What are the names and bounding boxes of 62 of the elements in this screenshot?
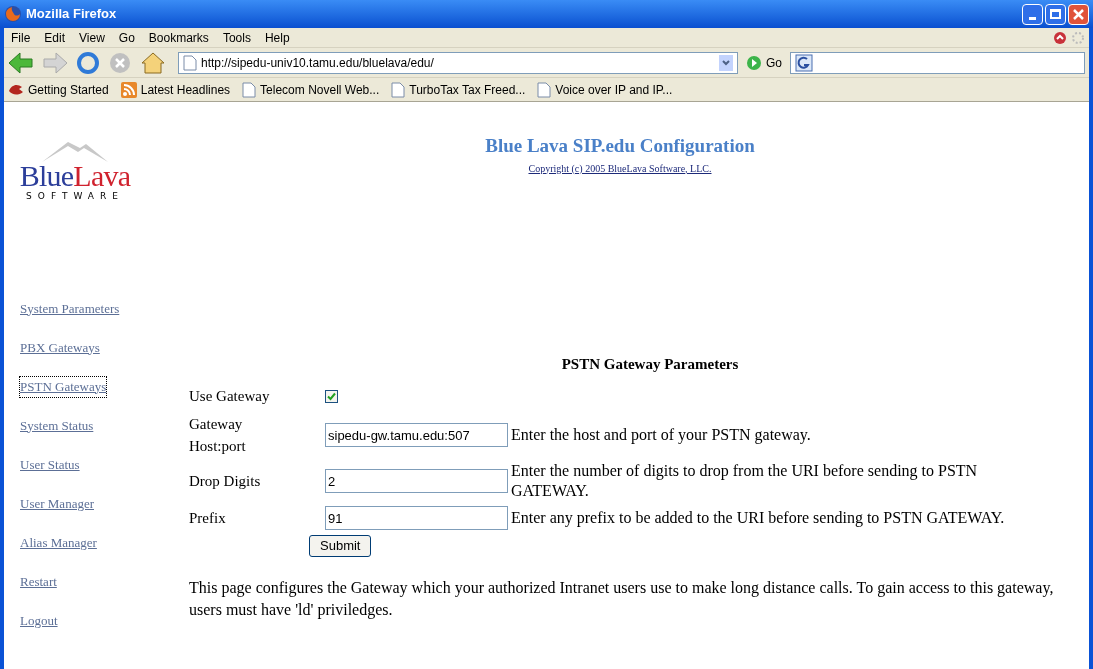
bookmark-item[interactable]: TurboTax Tax Freed...	[391, 80, 526, 99]
page-icon	[242, 81, 257, 98]
address-field[interactable]: http://sipedu-univ10.tamu.edu/bluelava/edu/	[178, 51, 738, 74]
description-text: This page configures the Gateway which your authorized Intranet users use to make long distance calls. To gain access to this gateway, users must have 'ld' priviledges.	[189, 578, 1055, 621]
text-field[interactable]: 2	[325, 469, 508, 493]
window-title: Mozilla Firefox	[26, 5, 117, 24]
sidebar-link[interactable]: Logout	[20, 610, 58, 631]
dropdown-button[interactable]	[719, 54, 733, 71]
menu-item[interactable]: Edit	[37, 28, 73, 47]
copyright-link[interactable]: Copyright (c) 2005 BlueLava Software, LLC.	[528, 160, 712, 176]
alert-icon	[1053, 30, 1067, 45]
bookmark-item[interactable]: Voice over IP and IP...	[537, 80, 673, 99]
sidebar-link[interactable]: Restart	[20, 571, 57, 592]
sidebar-link[interactable]: System Parameters	[20, 298, 120, 319]
page-icon	[537, 81, 552, 98]
page-icon	[183, 54, 197, 71]
help-text: Enter the number of digits to drop from the URI before sending to PSTN GATEWAY.	[511, 461, 979, 501]
maximize-button[interactable]	[1045, 3, 1066, 25]
page-title: Blue Lava SIP.edu Configuration	[485, 134, 755, 158]
menu-item[interactable]: Help	[257, 28, 297, 47]
section-heading: PSTN Gateway Parameters	[561, 355, 739, 372]
text-field[interactable]: sipedu-gw.tamu.edu:507	[325, 423, 508, 447]
stop-icon[interactable]	[108, 50, 132, 75]
field-label: Prefix	[189, 509, 227, 528]
page-icon	[391, 81, 406, 98]
menu-item[interactable]: Tools	[215, 28, 258, 47]
throbber-icon	[1071, 30, 1085, 45]
home-icon[interactable]	[140, 50, 166, 75]
sidebar-link[interactable]: PBX Gateways	[20, 337, 100, 358]
sidebar-link[interactable]: Alias Manager	[20, 532, 97, 553]
minimize-button[interactable]	[1022, 3, 1043, 25]
go-button[interactable]: Go	[766, 53, 782, 72]
menu-item[interactable]: File	[4, 28, 38, 47]
caret-icon	[722, 59, 730, 66]
menu-item[interactable]: Go	[111, 28, 142, 47]
sidebar-link[interactable]: User Status	[20, 454, 80, 475]
field-label: Use Gateway	[189, 387, 271, 406]
firefox-icon	[4, 5, 22, 23]
close-icon	[1073, 8, 1084, 20]
search-field[interactable]	[790, 51, 1085, 74]
back-arrow-icon[interactable]	[8, 51, 34, 74]
bookmark-item[interactable]: Latest Headlines	[120, 80, 231, 99]
logo: BlueLava SOFTWARE	[20, 140, 130, 204]
bookmark-item[interactable]: Telecom Novell Web...	[242, 80, 380, 99]
menu-item[interactable]: Bookmarks	[141, 28, 216, 47]
submit-button[interactable]: Submit	[309, 535, 372, 557]
use-gateway-checkbox[interactable]	[325, 389, 338, 403]
sidebar-link[interactable]: System Status	[20, 415, 94, 436]
flame-icon	[8, 82, 24, 97]
close-button[interactable]	[1068, 3, 1089, 25]
bookmark-item[interactable]: Getting Started	[8, 80, 109, 99]
help-text: Enter any prefix to be added to the URI before sending to PSTN GATEWAY.	[511, 508, 1006, 528]
menu-item[interactable]: View	[72, 28, 112, 47]
google-icon	[795, 53, 813, 72]
sidebar-link[interactable]: PSTN Gateways	[20, 376, 107, 397]
text-field[interactable]: 91	[325, 506, 508, 530]
go-icon[interactable]	[746, 54, 762, 71]
field-label: Drop Digits	[189, 472, 262, 491]
field-label: Gateway Host:port	[189, 415, 247, 456]
help-text: Enter the host and port of your PSTN gateway.	[511, 425, 812, 445]
feed-icon	[120, 81, 137, 98]
sidebar-link[interactable]: User Manager	[20, 493, 94, 514]
